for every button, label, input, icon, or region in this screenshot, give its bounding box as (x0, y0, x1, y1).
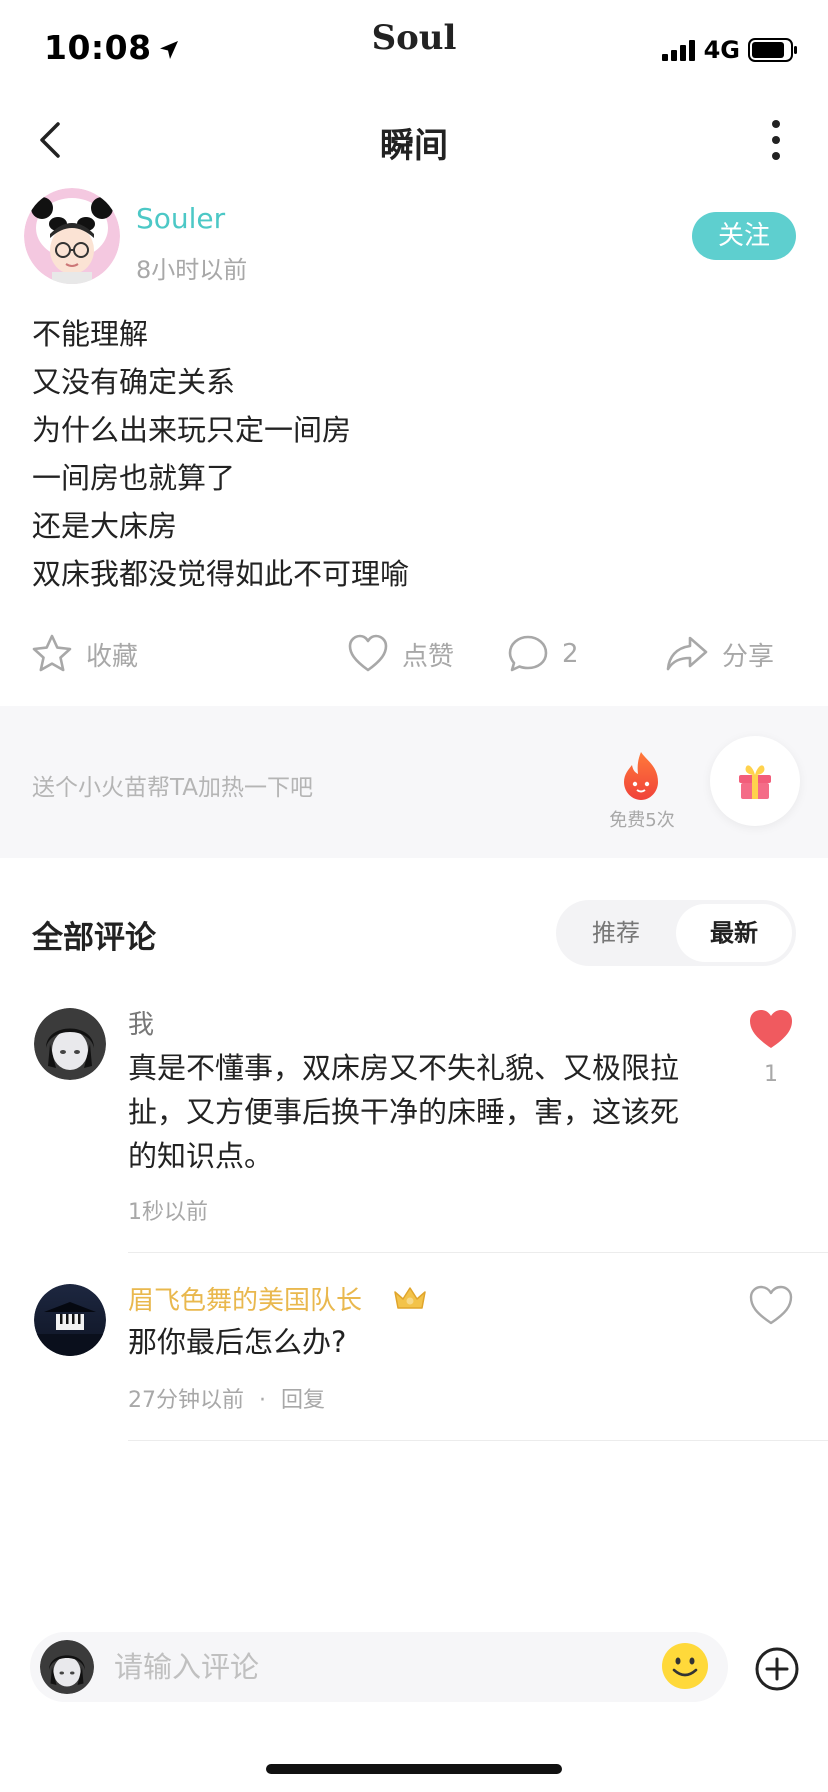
comment-text-line: 真是不懂事，双床房又不失礼貌、又极限拉 (128, 1051, 680, 1085)
panda-avatar-image (24, 188, 120, 284)
comment-text: 真是不懂事，双床房又不失礼貌、又极限拉 扯，又方便事后换干净的床睡，害，这该死 … (128, 1046, 728, 1178)
flame-icon[interactable] (618, 750, 664, 802)
comment-text: 那你最后怎么办? (128, 1320, 728, 1364)
like-post-button[interactable]: 点赞 (346, 628, 454, 680)
comment-time: 27分钟以前 (128, 1388, 244, 1413)
star-icon (32, 634, 72, 672)
share-arrow-icon (666, 636, 708, 671)
gift-icon (739, 765, 771, 799)
status-indicators: 4G (661, 36, 798, 64)
night-building-avatar-image (34, 1284, 106, 1356)
comment-sort-toggle: 推荐 最新 (556, 900, 796, 966)
post-author-name[interactable]: Souler (136, 202, 225, 235)
post-line: 一间房也就算了 (32, 461, 236, 495)
comment-bubble-icon (508, 635, 548, 672)
comment-author[interactable]: 眉飞色舞的美国队长 (128, 1280, 362, 1317)
post-action-bar: 收藏 点赞 2 分享 (0, 628, 828, 680)
comment-divider (128, 1252, 828, 1253)
comment-count: 2 (562, 639, 579, 669)
comment-avatar[interactable] (34, 1284, 106, 1356)
comment-like-count: 1 (764, 1062, 778, 1087)
sort-option-latest[interactable]: 最新 (676, 904, 792, 962)
network-type: 4G (703, 36, 740, 64)
like-label: 点赞 (402, 641, 455, 672)
page-title: 瞬间 (380, 126, 448, 166)
post-line: 不能理解 (32, 317, 149, 351)
comment-text-line: 那你最后怎么办? (128, 1325, 347, 1359)
comment-text-line: 的知识点。 (128, 1139, 274, 1173)
share-button[interactable]: 分享 (664, 628, 774, 680)
post-line: 为什么出来玩只定一间房 (32, 413, 352, 447)
comment-author[interactable]: 我 (128, 1004, 154, 1041)
add-circle-icon[interactable] (754, 1646, 800, 1692)
heat-prompt: 送个小火苗帮TA加热一下吧 (32, 775, 313, 801)
post-line: 还是大床房 (32, 509, 178, 543)
collect-button[interactable]: 收藏 (30, 628, 138, 680)
comment-avatar[interactable] (34, 1008, 106, 1080)
post-author-avatar[interactable] (24, 188, 120, 284)
emoji-smile-icon[interactable] (660, 1641, 710, 1691)
heart-outline-icon (348, 634, 388, 672)
comment-button[interactable]: 2 (506, 628, 579, 680)
home-indicator[interactable] (266, 1764, 562, 1774)
crown-badge-icon (394, 1287, 426, 1309)
heat-panel: 送个小火苗帮TA加热一下吧 免费5次 (0, 706, 828, 858)
post-line: 双床我都没觉得如此不可理喻 (32, 557, 410, 591)
dark-hair-avatar-image (34, 1008, 106, 1080)
cellular-signal-icon (661, 40, 695, 61)
post-line: 又没有确定关系 (32, 365, 236, 399)
dark-hair-avatar-image (40, 1640, 94, 1694)
comment-text-line: 扯，又方便事后换干净的床睡，害，这该死 (128, 1095, 680, 1129)
comment-meta: 27分钟以前 · 回复 (128, 1382, 325, 1414)
gift-button[interactable] (710, 736, 800, 826)
more-vertical-icon[interactable] (764, 118, 788, 162)
comments-section-title: 全部评论 (32, 920, 156, 956)
share-label: 分享 (722, 641, 775, 672)
nav-bar: 瞬间 (0, 104, 828, 176)
collect-label: 收藏 (86, 641, 139, 672)
free-count-label: 免费5次 (609, 810, 675, 831)
heart-filled-icon[interactable] (748, 1008, 794, 1050)
status-bar: 10:08 Soul 4G (0, 0, 828, 96)
comment-input-bar (30, 1632, 728, 1702)
sort-option-recommended[interactable]: 推荐 (556, 900, 676, 966)
heart-outline-icon[interactable] (748, 1284, 794, 1326)
reply-link[interactable]: 回复 (281, 1388, 325, 1413)
comment-divider (128, 1440, 828, 1441)
meta-separator: · (259, 1388, 266, 1413)
post-content: 不能理解 又没有确定关系 为什么出来玩只定一间房 一间房也就算了 还是大床房 双… (32, 310, 792, 598)
my-avatar[interactable] (40, 1640, 94, 1694)
comment-time: 1秒以前 (128, 1200, 208, 1225)
battery-icon (748, 38, 797, 62)
comment-input[interactable] (114, 1642, 614, 1692)
follow-button[interactable]: 关注 (692, 212, 796, 260)
post-timestamp: 8小时以前 (136, 256, 248, 284)
